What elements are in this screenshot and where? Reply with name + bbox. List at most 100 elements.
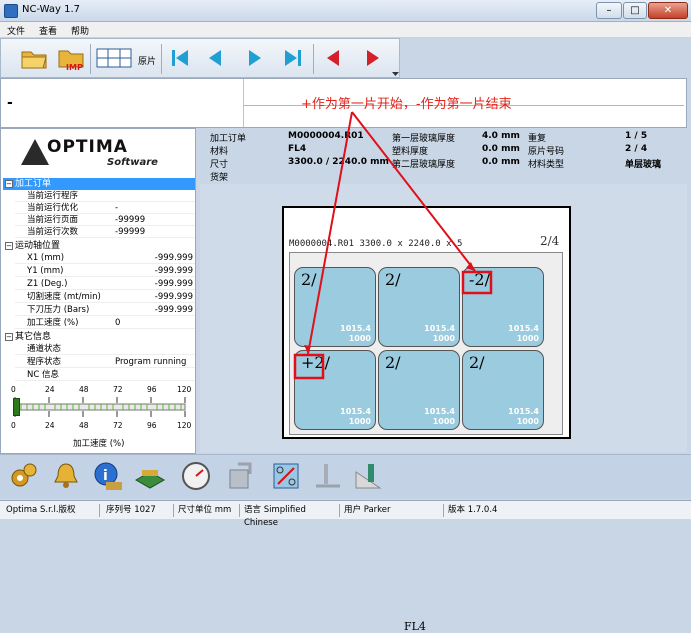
info-label: 塑料厚度: [392, 147, 429, 157]
logo-triangle-icon: [21, 139, 49, 165]
bell-icon[interactable]: [50, 460, 82, 492]
glass-pane[interactable]: 2/1015.4 1000: [378, 350, 460, 430]
glass-pane[interactable]: 2/1015.4 1000: [294, 267, 376, 347]
info-value: FL4: [288, 144, 307, 154]
menu-view[interactable]: 查看: [32, 22, 64, 39]
tree-row: 当前运行优化 -: [15, 202, 195, 214]
logo-sub: Software: [107, 157, 158, 168]
previous-red-icon[interactable]: [319, 43, 349, 73]
cut-icon[interactable]: [270, 460, 302, 492]
info-value: 1 / 5: [625, 131, 648, 141]
status-version: 版本 1.7.0.4: [448, 505, 498, 515]
tree-row: NC 信息: [15, 369, 195, 381]
previous-sheet-icon[interactable]: [201, 43, 231, 73]
info-label: 材料: [210, 147, 229, 157]
menu-file[interactable]: 文件: [0, 22, 32, 39]
tree-row: 程序状态 Program running: [15, 356, 195, 368]
toolbar-overflow-icon[interactable]: [392, 71, 399, 77]
gauge-tick: 48: [79, 385, 89, 394]
toolbar-separator: [90, 44, 91, 74]
info-label: 重复: [528, 134, 547, 144]
material-label: FL4: [404, 620, 426, 633]
info-value: 3300.0 / 2240.0 mm: [288, 157, 389, 167]
info-value: 0.0 mm: [482, 144, 520, 154]
info-value: 单层玻璃: [625, 160, 662, 170]
info-label: 货架: [210, 173, 229, 183]
message-hint: +作为第一片开始，-作为第一片结束: [301, 97, 512, 112]
tree-row: Y1 (mm) -999.999: [15, 265, 195, 277]
status-units: 尺寸单位 mm: [174, 504, 240, 517]
next-red-icon[interactable]: [357, 43, 387, 73]
status-serial: 序列号 1027: [102, 504, 174, 517]
optima-logo: OPTIMA Software: [1, 129, 195, 177]
gauge-tick: 0: [11, 421, 16, 430]
bottom-toolbar: i: [0, 454, 691, 498]
menu-help[interactable]: 帮助: [64, 22, 96, 39]
minimize-button[interactable]: –: [596, 2, 622, 19]
toolbar: IMP 原片: [0, 38, 400, 78]
tree-row: 当前运行页面 -99999: [15, 214, 195, 226]
order-info: 加工订单 M0000004.R01 材料 FL4 尺寸 3300.0 / 224…: [200, 128, 687, 184]
gauge-tick: 24: [45, 421, 55, 430]
sheet-title: M0000004.R01 3300.0 x 2240.0 x 5: [289, 239, 463, 249]
tree-row: X1 (mm) -999.999: [15, 252, 195, 264]
ruler-tool-icon[interactable]: [352, 460, 384, 492]
open-folder-icon[interactable]: [19, 43, 49, 73]
export-icon[interactable]: [224, 460, 256, 492]
gauge-tick: 120: [177, 421, 192, 430]
gauge-tick: 72: [113, 421, 123, 430]
title-bar: NC-Way 1.7 – □ ✕: [0, 0, 691, 22]
message-input[interactable]: -: [1, 79, 244, 127]
tool-disabled-icon[interactable]: [312, 460, 344, 492]
collapse-icon[interactable]: −: [5, 180, 13, 188]
tree-section-order[interactable]: − 加工订单: [3, 178, 195, 190]
window-title: NC-Way 1.7: [22, 4, 81, 15]
gauge-meter-icon[interactable]: [180, 460, 212, 492]
info-label: 第二层玻璃厚度: [392, 160, 456, 170]
layout-grid-icon[interactable]: [95, 43, 133, 73]
info-value: 4.0 mm: [482, 131, 520, 141]
gauge-scale: [14, 397, 186, 417]
collapse-icon[interactable]: −: [5, 242, 13, 250]
tree-row: 当前运行次数 -99999: [15, 226, 195, 238]
gauge-indicator[interactable]: [13, 398, 20, 416]
tree-row: 加工速度 (%) 0: [15, 317, 195, 329]
gears-icon[interactable]: [8, 460, 40, 492]
gauge-tick: 96: [147, 421, 157, 430]
glass-pane-end[interactable]: -2/1015.4 1000: [462, 267, 544, 347]
glass-plate: 2/1015.4 1000 2/1015.4 1000 -2/1015.4 1000 …: [289, 252, 563, 435]
status-copyright: Optima S.r.l.版权: [2, 504, 100, 517]
cutting-layout-area[interactable]: M0000004.R01 3300.0 x 2240.0 x 5 2/4 2/1…: [200, 184, 687, 633]
tree-row: 下刀压力 (Bars) -999.999: [15, 304, 195, 316]
last-sheet-icon[interactable]: [277, 43, 307, 73]
info-value: 0.0 mm: [482, 157, 520, 167]
svg-text:i: i: [103, 468, 108, 484]
info-label: 第一层玻璃厚度: [392, 134, 456, 144]
tree-row: 通道状态: [15, 343, 195, 355]
close-button[interactable]: ✕: [648, 2, 688, 19]
next-sheet-icon[interactable]: [239, 43, 269, 73]
glass-pane[interactable]: 2/1015.4 1000: [378, 267, 460, 347]
message-bar: - +作为第一片开始，-作为第一片结束: [0, 78, 687, 128]
maximize-button[interactable]: □: [623, 2, 647, 19]
menu-bar: 文件 查看 帮助: [0, 22, 691, 38]
gauge-tick: 120: [177, 385, 192, 394]
glass-pane-start[interactable]: +2/1015.4 1000: [294, 350, 376, 430]
collapse-icon[interactable]: −: [5, 333, 13, 341]
sheet-drawing[interactable]: M0000004.R01 3300.0 x 2240.0 x 5 2/4 2/1…: [282, 206, 571, 439]
tree-section-other[interactable]: − 其它信息: [3, 331, 195, 343]
tree-section-axes[interactable]: − 运动轴位置: [3, 240, 195, 252]
left-panel: OPTIMA Software − 加工订单 当前运行程序 当前运行优化 - 当前运…: [0, 128, 196, 454]
first-sheet-icon[interactable]: [166, 43, 196, 73]
gauge-label: 加工速度 (%): [73, 439, 125, 449]
glass-pane[interactable]: 2/1015.4 1000: [462, 350, 544, 430]
info-label: 原片号码: [528, 147, 565, 157]
gauge-tick: 72: [113, 385, 123, 394]
machine-icon[interactable]: [134, 460, 166, 492]
tree-row: Z1 (Deg.) -999.999: [15, 278, 195, 290]
status-language: 语言 Simplified Chinese: [240, 504, 340, 528]
import-folder-icon[interactable]: IMP: [56, 43, 86, 73]
message-value: -: [7, 95, 13, 111]
speed-gauge: 0 24 48 72 96 120 0 24 48 72 96 120 加工速度…: [7, 383, 193, 453]
info-icon[interactable]: i: [92, 460, 124, 492]
